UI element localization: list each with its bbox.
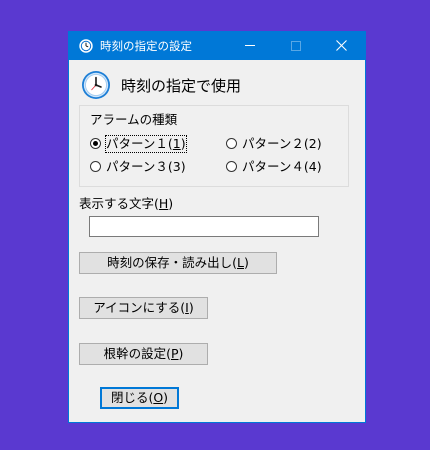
radio-pattern-1-label: パターン１(1) [105, 135, 187, 153]
root-settings-button[interactable]: 根幹の設定(P) [79, 343, 208, 365]
radio-selected-dot [93, 141, 98, 146]
display-text-label: 表示する文字(H) [79, 196, 174, 211]
page-title: 時刻の指定で使用 [121, 77, 242, 95]
close-window-button[interactable] [319, 32, 365, 60]
radio-pattern-3-label: パターン３(3) [106, 159, 186, 174]
close-icon [336, 40, 347, 51]
maximize-button[interactable] [273, 32, 319, 60]
window-title: 時刻の指定の設定 [100, 39, 192, 53]
settings-window: 時刻の指定の設定 時刻の指定で使用 アラームの種類 パターン１(1) パターン２… [68, 31, 366, 423]
make-icon-button[interactable]: アイコンにする(I) [79, 297, 208, 319]
radio-button-icon [226, 138, 237, 149]
save-load-time-button[interactable]: 時刻の保存・読み出し(L) [79, 252, 277, 274]
minimize-button[interactable] [227, 32, 273, 60]
display-text-input[interactable] [89, 216, 319, 237]
title-bar[interactable]: 時刻の指定の設定 [69, 32, 365, 60]
close-button[interactable]: 閉じる(O) [100, 387, 179, 409]
radio-pattern-2-label: パターン２(2) [242, 136, 322, 151]
clock-icon [79, 39, 93, 53]
clock-icon [82, 71, 110, 99]
radio-button-icon [90, 161, 101, 172]
radio-button-icon [90, 138, 101, 149]
alarm-type-group: アラームの種類 パターン１(1) パターン２(2) パターン３(3) パターン４… [79, 105, 349, 187]
alarm-type-legend: アラームの種類 [90, 112, 178, 127]
radio-pattern-4-label: パターン４(4) [242, 159, 322, 174]
radio-button-icon [226, 161, 237, 172]
